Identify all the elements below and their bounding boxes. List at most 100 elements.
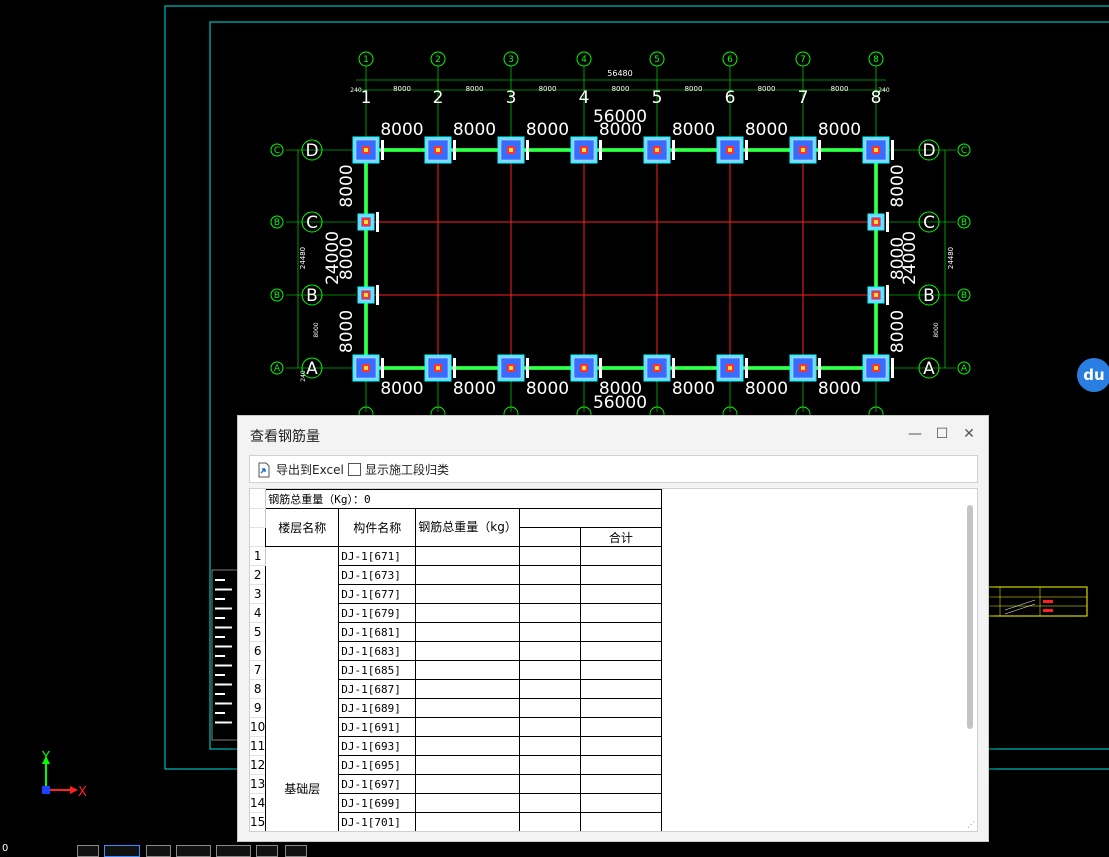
value-cell[interactable] — [415, 698, 520, 718]
span-dim-left: 8000 — [337, 164, 357, 207]
rebar-report-table: 钢筋总重量（Kg）：0 楼层名称 构件名称 钢筋总重量（kg） 合计 1 基础层 D… — [250, 489, 662, 831]
value-cell[interactable] — [518, 622, 581, 642]
report-grid[interactable]: 钢筋总重量（Kg）：0 楼层名称 构件名称 钢筋总重量（kg） 合计 1 基础层 D… — [249, 488, 978, 832]
export-excel-label: 导出到Excel — [276, 463, 344, 477]
value-cell[interactable] — [579, 622, 662, 642]
grid-number-label: 1 — [361, 88, 372, 108]
component-name-cell[interactable]: DJ-1[697] — [338, 774, 417, 794]
row-number: 1 — [250, 546, 267, 566]
value-cell[interactable] — [518, 793, 581, 813]
value-cell[interactable] — [415, 660, 520, 680]
value-cell[interactable] — [518, 812, 581, 831]
component-name-cell[interactable]: DJ-1[691] — [338, 717, 417, 737]
grid-number-label: 6 — [725, 88, 736, 108]
value-cell[interactable] — [579, 584, 662, 604]
resize-grip-icon[interactable]: ⋰ — [967, 820, 975, 829]
status-tool-layer[interactable] — [256, 845, 278, 857]
status-tool-1[interactable] — [77, 845, 99, 857]
value-cell[interactable] — [415, 812, 520, 831]
value-cell[interactable] — [518, 641, 581, 661]
component-name-cell[interactable]: DJ-1[693] — [338, 736, 417, 756]
value-cell[interactable] — [579, 793, 662, 813]
checkbox-box[interactable] — [348, 463, 361, 476]
value-cell[interactable] — [579, 660, 662, 680]
value-cell[interactable] — [579, 774, 662, 794]
grid-letter-bubble-left: B — [274, 291, 280, 301]
value-cell[interactable] — [518, 698, 581, 718]
component-name-cell[interactable]: DJ-1[695] — [338, 755, 417, 775]
value-cell[interactable] — [415, 603, 520, 623]
value-cell[interactable] — [518, 736, 581, 756]
value-cell[interactable] — [579, 698, 662, 718]
table-row[interactable]: 1 基础层 DJ-1[671] — [250, 546, 662, 831]
value-cell[interactable] — [415, 641, 520, 661]
value-cell[interactable] — [579, 736, 662, 756]
value-cell[interactable] — [579, 565, 662, 585]
value-cell[interactable] — [579, 812, 662, 831]
component-name-cell[interactable]: DJ-1[687] — [338, 679, 417, 699]
value-cell[interactable] — [579, 679, 662, 699]
component-name-cell[interactable]: DJ-1[689] — [338, 698, 417, 718]
value-cell[interactable] — [518, 603, 581, 623]
overall-height-right-small: 24480 — [947, 247, 955, 269]
row-number: 12 — [250, 755, 267, 775]
value-cell[interactable] — [518, 755, 581, 775]
value-cell[interactable] — [415, 736, 520, 756]
minimize-button[interactable]: — — [905, 424, 925, 444]
status-tool-snap[interactable] — [146, 845, 171, 857]
value-cell[interactable] — [518, 679, 581, 699]
value-cell[interactable] — [518, 660, 581, 680]
header-total-weight: 钢筋总重量（kg） — [415, 508, 520, 547]
row-number: 11 — [250, 736, 267, 756]
component-name-cell[interactable]: DJ-1[685] — [338, 660, 417, 680]
component-name-cell[interactable]: DJ-1[701] — [338, 812, 417, 831]
value-cell[interactable] — [579, 717, 662, 737]
value-cell[interactable] — [415, 565, 520, 585]
value-cell[interactable] — [579, 546, 662, 566]
value-cell[interactable] — [415, 717, 520, 737]
value-cell[interactable] — [518, 584, 581, 604]
close-button[interactable]: ✕ — [959, 424, 979, 444]
value-cell[interactable] — [415, 774, 520, 794]
value-cell[interactable] — [579, 755, 662, 775]
span-dim-small: 8000 — [758, 85, 776, 93]
value-cell[interactable] — [579, 641, 662, 661]
status-tool-curve[interactable] — [285, 845, 307, 857]
span-dim-small: 8000 — [393, 85, 411, 93]
status-tool-cross[interactable] — [216, 845, 251, 857]
component-name-cell[interactable]: DJ-1[683] — [338, 641, 417, 661]
component-name-cell[interactable]: DJ-1[677] — [338, 584, 417, 604]
edge-dim-side-left: 8000 — [313, 322, 320, 337]
value-cell[interactable] — [415, 755, 520, 775]
export-excel-button[interactable]: 导出到Excel — [256, 461, 344, 478]
grid-letter-bubble-right: C — [961, 146, 967, 156]
component-name-cell[interactable]: DJ-1[673] — [338, 565, 417, 585]
ucs-axis-icon: Y X — [41, 750, 87, 800]
span-dim-small: 8000 — [466, 85, 484, 93]
value-cell[interactable] — [415, 546, 520, 566]
header-sum: 合计 — [579, 527, 662, 547]
vertical-scrollbar[interactable] — [967, 505, 973, 729]
status-tool-select[interactable] — [104, 845, 140, 857]
edge-dim-top-right: 240 — [878, 87, 890, 94]
maximize-button[interactable]: ☐ — [932, 424, 952, 444]
component-name-cell[interactable]: DJ-1[699] — [338, 793, 417, 813]
component-name-cell[interactable]: DJ-1[671] — [338, 546, 417, 566]
value-cell[interactable] — [518, 717, 581, 737]
value-cell[interactable] — [415, 793, 520, 813]
grid-letter-right: C — [923, 213, 935, 233]
row-number: 3 — [250, 584, 267, 604]
value-cell[interactable] — [518, 546, 581, 566]
component-name-cell[interactable]: DJ-1[679] — [338, 603, 417, 623]
value-cell[interactable] — [579, 603, 662, 623]
value-cell[interactable] — [415, 584, 520, 604]
status-tool-angle[interactable] — [176, 845, 211, 857]
component-name-cell[interactable]: DJ-1[681] — [338, 622, 417, 642]
value-cell[interactable] — [518, 774, 581, 794]
assistant-badge-icon[interactable]: du — [1077, 358, 1109, 392]
value-cell[interactable] — [518, 565, 581, 585]
value-cell[interactable] — [415, 679, 520, 699]
show-stage-checkbox[interactable]: 显示施工段归类 — [348, 461, 449, 478]
value-cell[interactable] — [415, 622, 520, 642]
row-number: 7 — [250, 660, 267, 680]
